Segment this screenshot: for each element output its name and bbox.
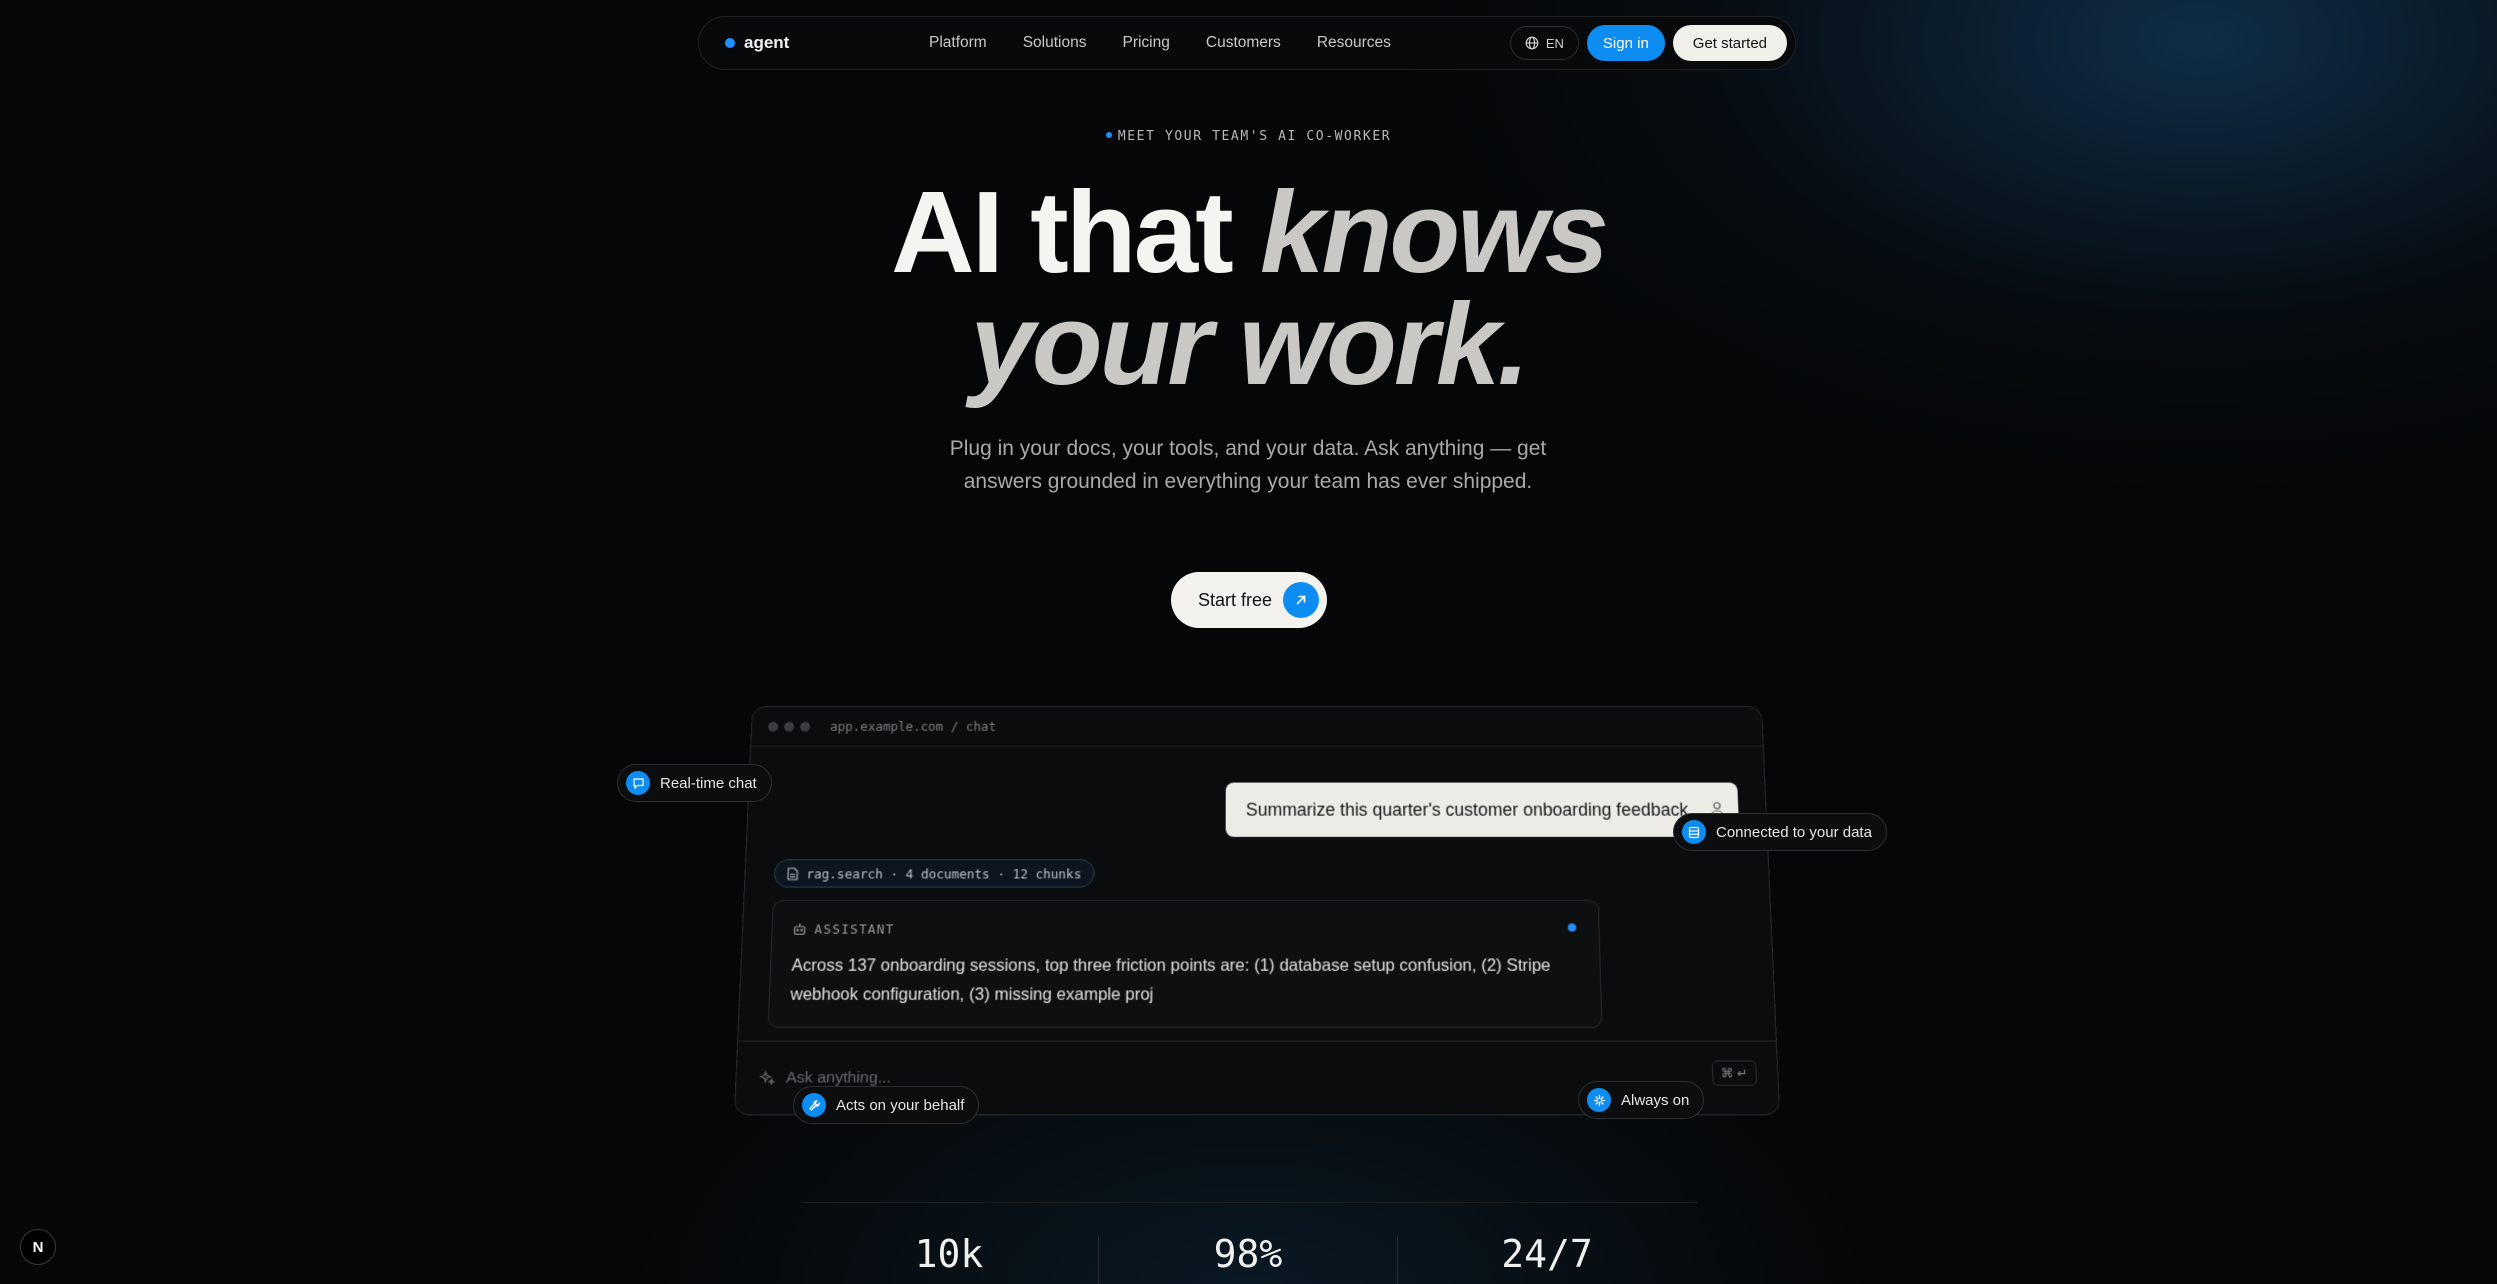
nav-link-platform[interactable]: Platform xyxy=(929,34,987,52)
stat-users: 10k xyxy=(914,1232,984,1276)
nav-link-solutions[interactable]: Solutions xyxy=(1023,34,1087,52)
brand-name: agent xyxy=(744,33,790,52)
feature-chip-connected: Connected to your data xyxy=(1673,813,1887,851)
window-dot-icon xyxy=(767,721,779,732)
nav-link-pricing[interactable]: Pricing xyxy=(1122,34,1169,52)
document-icon xyxy=(787,867,799,880)
language-selector[interactable]: EN xyxy=(1509,26,1579,60)
feature-chip-acts: Acts on your behalf xyxy=(793,1086,980,1124)
eyebrow-dot-icon xyxy=(1105,131,1112,138)
feature-chip-always-on-label: Always on xyxy=(1621,1091,1690,1109)
window-dot-icon xyxy=(783,721,795,732)
arrow-up-right-icon xyxy=(1283,582,1319,618)
nav-link-resources[interactable]: Resources xyxy=(1317,34,1391,52)
user-message-text: Summarize this quarter's customer onboar… xyxy=(1245,799,1694,820)
headline-emphasis-2: your work. xyxy=(970,279,1530,409)
wrench-icon xyxy=(802,1093,826,1117)
feature-chip-acts-label: Acts on your behalf xyxy=(836,1096,965,1114)
send-shortcut-badge: ⌘ ↵ xyxy=(1711,1060,1758,1086)
stat-uptime: 24/7 xyxy=(1501,1232,1593,1276)
headline-emphasis-1: knows xyxy=(1260,167,1609,297)
nav-actions: EN Sign in Get started xyxy=(1509,25,1787,61)
chat-app-preview: app.example.com / chat Summarize this qu… xyxy=(733,706,1781,1116)
hero-eyebrow: MEET YOUR TEAM'S AI CO-WORKER xyxy=(0,129,2497,144)
sign-in-button[interactable]: Sign in xyxy=(1586,25,1665,61)
activity-icon xyxy=(1587,1088,1611,1112)
chat-input-placeholder: Ask anything... xyxy=(785,1068,892,1087)
top-nav: agent Platform Solutions Pricing Custome… xyxy=(698,16,1796,70)
eyebrow-text: MEET YOUR TEAM'S AI CO-WORKER xyxy=(1117,129,1392,144)
feature-chip-realtime: Real-time chat xyxy=(617,764,772,802)
stat-accuracy: 98% xyxy=(1213,1232,1283,1276)
tool-call-text: rag.search · 4 documents · 12 chunks xyxy=(806,865,1082,882)
feature-chip-realtime-label: Real-time chat xyxy=(660,774,757,792)
brand-logo[interactable]: agent xyxy=(725,33,789,53)
language-label: EN xyxy=(1545,35,1564,51)
assistant-message: ASSISTANT Across 137 onboarding sessions… xyxy=(767,899,1603,1028)
nav-link-customers[interactable]: Customers xyxy=(1206,34,1281,52)
hero-subhead: Plug in your docs, your tools, and your … xyxy=(949,437,1547,493)
hero-headline: AI that knows your work. xyxy=(0,174,2497,402)
get-started-button[interactable]: Get started xyxy=(1672,25,1787,61)
globe-icon xyxy=(1525,36,1539,50)
chat-bubble-icon xyxy=(626,771,650,795)
tool-call-badge: rag.search · 4 documents · 12 chunks xyxy=(773,859,1095,888)
sparkle-icon xyxy=(759,1069,776,1086)
feature-chip-connected-label: Connected to your data xyxy=(1716,823,1872,841)
user-message: Summarize this quarter's customer onboar… xyxy=(1225,782,1740,837)
window-dot-icon xyxy=(799,721,811,732)
feature-chip-always-on: Always on xyxy=(1578,1081,1705,1119)
assistant-label-text: ASSISTANT xyxy=(814,921,895,937)
window-url: app.example.com / chat xyxy=(829,718,997,734)
nav-links: Platform Solutions Pricing Customers Res… xyxy=(929,34,1391,52)
headline-plain: AI that xyxy=(890,167,1261,297)
assistant-text: Across 137 onboarding sessions, top thre… xyxy=(790,956,1551,1004)
stats-divider xyxy=(802,1202,1697,1203)
bot-icon xyxy=(793,922,807,935)
assistant-label: ASSISTANT xyxy=(793,921,1579,937)
start-free-label: Start free xyxy=(1198,589,1273,610)
database-icon xyxy=(1682,820,1706,844)
window-titlebar: app.example.com / chat xyxy=(751,706,1763,747)
framework-badge[interactable]: N xyxy=(20,1229,56,1265)
start-free-button[interactable]: Start free xyxy=(1171,572,1327,628)
typing-indicator-dot xyxy=(1567,923,1577,932)
logo-dot-icon xyxy=(725,38,735,48)
